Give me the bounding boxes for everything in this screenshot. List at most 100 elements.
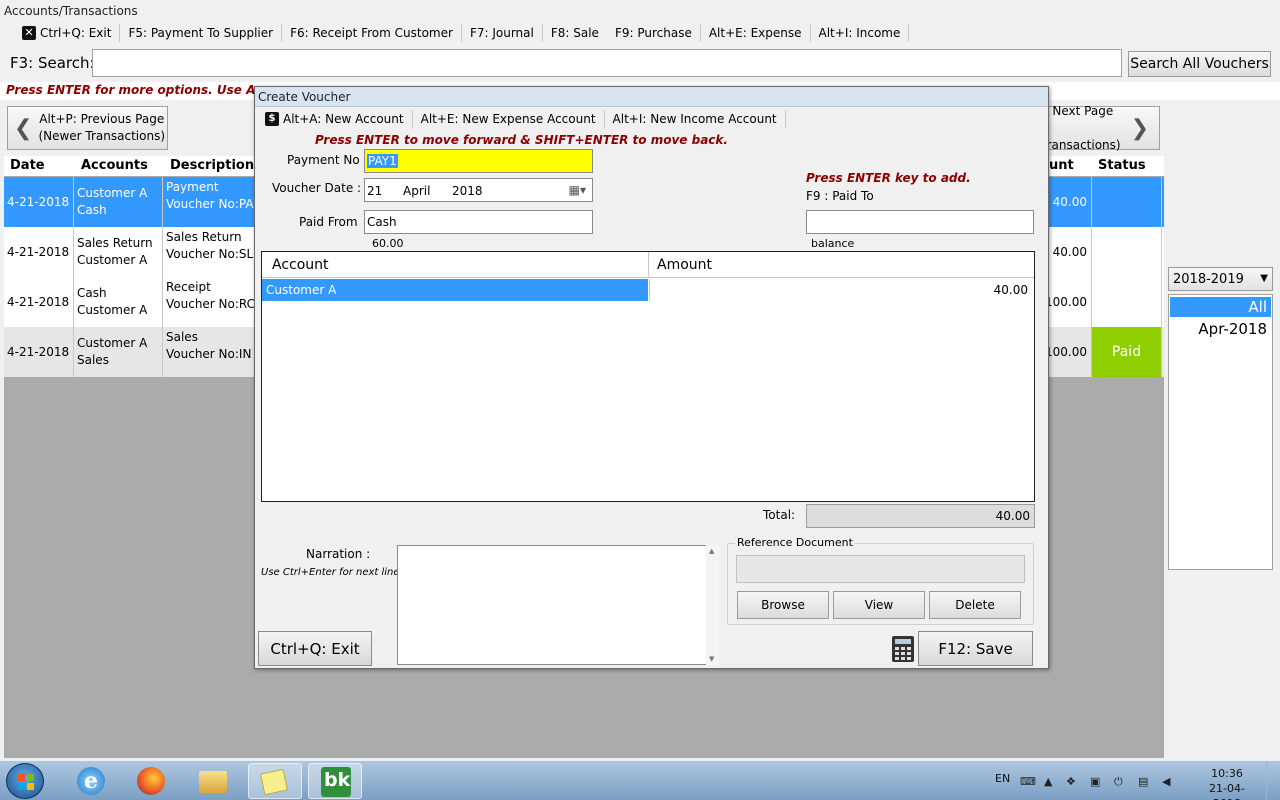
paid-to-field[interactable] bbox=[806, 210, 1034, 234]
month-item-apr-2018[interactable]: Apr-2018 bbox=[1170, 319, 1271, 339]
voucher-date-label: Voucher Date : bbox=[272, 181, 362, 195]
row-desc-2: Voucher No:SL bbox=[166, 247, 254, 261]
voucher-line-row[interactable]: Customer A 40.00 bbox=[262, 279, 1034, 301]
payment-to-supplier-tool[interactable]: F5: Payment To Supplier bbox=[120, 24, 283, 42]
sale-tool[interactable]: F8: Sale bbox=[543, 24, 607, 42]
new-expense-account-tool[interactable]: Alt+E: New Expense Account bbox=[413, 110, 605, 128]
calculator-icon[interactable] bbox=[892, 636, 914, 662]
narration-scrollbar[interactable]: ▲ ▼ bbox=[706, 545, 719, 665]
tray-expand-icon[interactable]: ▲ bbox=[1044, 775, 1058, 789]
line-amount[interactable]: 40.00 bbox=[649, 279, 1034, 301]
year-select[interactable]: 2018-2019 ▼ bbox=[1168, 267, 1273, 291]
expense-tool[interactable]: Alt+E: Expense bbox=[701, 24, 811, 42]
header-account: Account bbox=[272, 257, 329, 273]
row-account-1: Customer A bbox=[77, 186, 148, 200]
header-accounts[interactable]: Accounts bbox=[81, 158, 148, 173]
folder-glyph bbox=[199, 771, 227, 793]
row-desc-2: Voucher No:IN bbox=[166, 347, 252, 361]
delete-button[interactable]: Delete bbox=[929, 591, 1021, 619]
show-desktop-button[interactable] bbox=[1266, 761, 1280, 800]
exit-button[interactable]: Ctrl+Q: Exit bbox=[258, 631, 372, 666]
date-month: April bbox=[403, 184, 431, 198]
next-page-button[interactable]: I: Next Page r Transactions) ❯ bbox=[1040, 104, 1160, 152]
navigation-hint: Press ENTER to move forward & SHIFT+ENTE… bbox=[315, 133, 728, 147]
paid-from-field[interactable]: Cash bbox=[364, 210, 593, 234]
keyboard-icon[interactable]: ⌨ bbox=[1020, 775, 1036, 789]
date-year: 2018 bbox=[452, 184, 483, 198]
previous-page-line1: Alt+P: Previous Page bbox=[39, 112, 165, 126]
row-account-2: Customer A bbox=[77, 253, 148, 267]
row-accounts: Customer A Cash bbox=[74, 177, 163, 227]
previous-page-button[interactable]: ❮ Alt+P: Previous Page (Newer Transactio… bbox=[7, 106, 168, 150]
language-indicator[interactable]: EN bbox=[995, 772, 1010, 785]
start-button[interactable] bbox=[6, 763, 44, 799]
month-item-all[interactable]: All bbox=[1170, 297, 1271, 317]
usb-icon[interactable]: ▣ bbox=[1090, 775, 1104, 789]
close-icon: ✕ bbox=[22, 26, 36, 40]
payment-no-field[interactable]: PAY1 bbox=[364, 149, 593, 173]
search-input[interactable] bbox=[92, 49, 1122, 77]
dollar-icon: $ bbox=[265, 112, 279, 126]
view-button[interactable]: View bbox=[833, 591, 925, 619]
file-explorer-icon[interactable] bbox=[186, 763, 240, 799]
header-date[interactable]: Date bbox=[10, 158, 45, 173]
new-income-account-tool[interactable]: Alt+I: New Income Account bbox=[605, 110, 786, 128]
power-icon[interactable]: ⏻ bbox=[1114, 775, 1128, 789]
next-page-line1: I: Next Page bbox=[1041, 103, 1114, 118]
purchase-tool[interactable]: F9: Purchase bbox=[607, 24, 701, 42]
voucher-date-picker[interactable]: 21 April 2018 ▦▾ bbox=[364, 178, 593, 202]
reference-document-label: Reference Document bbox=[735, 536, 855, 549]
row-date: 4-21-2018 bbox=[4, 327, 74, 377]
row-amount: 40.00 bbox=[1048, 177, 1092, 227]
search-all-vouchers-button[interactable]: Search All Vouchers bbox=[1128, 51, 1271, 77]
firefox-glyph bbox=[137, 767, 165, 795]
header-amount: Amount bbox=[657, 257, 713, 273]
internet-explorer-icon[interactable]: e bbox=[64, 763, 118, 799]
volume-icon[interactable]: ◀ bbox=[1162, 775, 1176, 789]
next-page-line2: r Transactions) bbox=[1041, 121, 1121, 152]
save-button[interactable]: F12: Save bbox=[918, 631, 1033, 666]
date-day: 21 bbox=[367, 184, 383, 198]
scroll-down-icon[interactable]: ▼ bbox=[709, 655, 714, 663]
window-title: Accounts/Transactions bbox=[0, 0, 1280, 22]
next-page-label: I: Next Page r Transactions) bbox=[1041, 103, 1125, 154]
new-account-tool[interactable]: $ Alt+A: New Account bbox=[259, 110, 413, 128]
scroll-up-icon[interactable]: ▲ bbox=[709, 547, 714, 555]
previous-page-label: Alt+P: Previous Page (Newer Transactions… bbox=[38, 111, 165, 145]
reference-document-field bbox=[736, 555, 1025, 583]
row-amount: 40.00 bbox=[1048, 227, 1092, 277]
header-amount[interactable]: unt bbox=[1049, 158, 1074, 173]
row-amount: 100.00 bbox=[1048, 277, 1092, 327]
row-account-1: Customer A bbox=[77, 336, 148, 350]
row-accounts: Cash Customer A bbox=[74, 277, 163, 327]
bk-app-icon[interactable]: bk bbox=[308, 763, 362, 799]
row-account-2: Cash bbox=[77, 203, 107, 217]
network-icon[interactable]: ▤ bbox=[1138, 775, 1152, 789]
windows-logo-icon bbox=[18, 774, 34, 790]
row-description: Sales Return Voucher No:SL bbox=[163, 227, 259, 277]
bk-glyph: bk bbox=[321, 767, 351, 797]
journal-tool[interactable]: F7: Journal bbox=[462, 24, 543, 42]
chevron-right-icon: ❯ bbox=[1130, 115, 1149, 141]
firefox-icon[interactable] bbox=[124, 763, 178, 799]
row-status bbox=[1092, 227, 1162, 277]
exit-tool[interactable]: ✕ Ctrl+Q: Exit bbox=[14, 24, 121, 42]
header-status[interactable]: Status bbox=[1098, 158, 1146, 173]
browse-button[interactable]: Browse bbox=[737, 591, 829, 619]
header-description[interactable]: Description bbox=[170, 158, 254, 173]
narration-textarea[interactable] bbox=[397, 545, 718, 665]
clock[interactable]: 10:36 21-04-2018 bbox=[1196, 766, 1258, 800]
sticky-notes-icon[interactable] bbox=[248, 763, 302, 799]
row-desc-1: Receipt bbox=[166, 280, 211, 294]
narration-label: Narration : bbox=[306, 547, 371, 561]
calendar-icon[interactable]: ▦▾ bbox=[569, 183, 586, 197]
receipt-from-customer-tool[interactable]: F6: Receipt From Customer bbox=[282, 24, 462, 42]
payment-no-label: Payment No bbox=[287, 153, 360, 167]
status-badge: Paid bbox=[1092, 327, 1162, 377]
chevron-down-icon: ▼ bbox=[1260, 273, 1268, 284]
dropbox-icon[interactable]: ❖ bbox=[1066, 775, 1080, 789]
line-account[interactable]: Customer A bbox=[262, 279, 648, 301]
income-tool[interactable]: Alt+I: Income bbox=[811, 24, 910, 42]
month-list: All Apr-2018 bbox=[1168, 294, 1273, 570]
row-desc-2: Voucher No:RC bbox=[166, 297, 256, 311]
